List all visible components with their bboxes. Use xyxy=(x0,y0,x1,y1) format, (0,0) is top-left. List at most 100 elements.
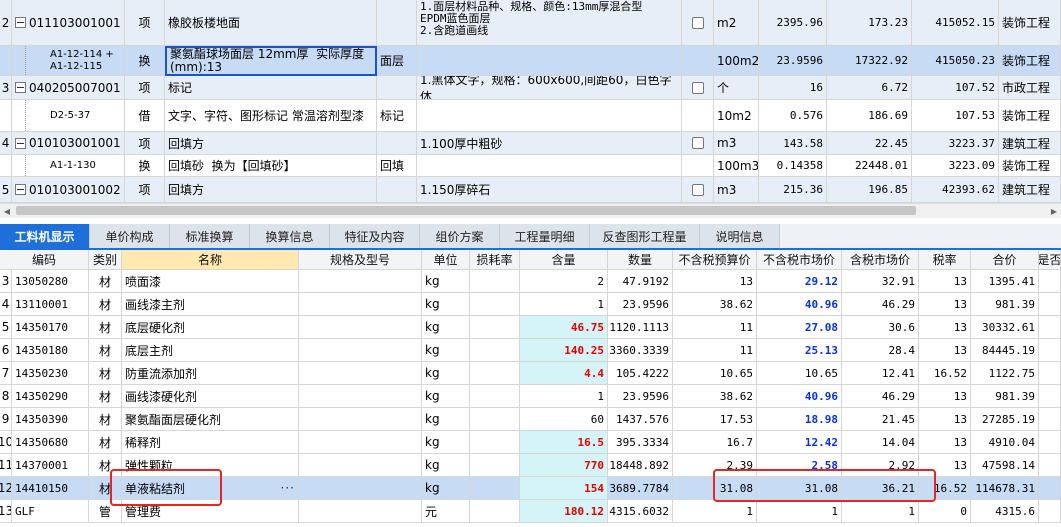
cell-content[interactable]: 16.5 xyxy=(520,431,608,454)
quota-row[interactable]: D2-5-37 借文字、字符、图形标记 常温溶剂型漆 标记 10m2 0.576 186.… xyxy=(0,100,1061,132)
header-9[interactable]: 不含税市场价 xyxy=(757,250,842,270)
scrollbar-thumb[interactable] xyxy=(16,206,916,215)
collapse-icon[interactable] xyxy=(15,82,26,93)
material-row[interactable]: 9 14350390 材聚氨酯面层硬化剂 kg 60 1437.576 17.53 18.98… xyxy=(0,408,1061,431)
cell-name[interactable]: 管理费 xyxy=(122,500,299,523)
item-row[interactable]: 3 040205007001 项标记 1.黑体文字，规格：600x600,间距60，白… xyxy=(0,76,1061,100)
cell-rate: 16.52 xyxy=(919,477,971,500)
collapse-icon[interactable] xyxy=(15,184,26,195)
material-row[interactable]: 10 14350680 材稀释剂 kg 16.5 395.3334 16.7 12.42 14.… xyxy=(0,431,1061,454)
cell-check[interactable] xyxy=(682,76,714,100)
cell-check[interactable] xyxy=(682,46,714,76)
tab-1[interactable]: 单价构成 xyxy=(90,224,170,248)
cell-check[interactable] xyxy=(682,155,714,177)
row-checkbox[interactable] xyxy=(691,137,704,149)
cell-name[interactable]: 防重流添加剂 xyxy=(122,362,299,385)
tab-8[interactable]: 说明信息 xyxy=(700,224,780,248)
cell-content[interactable]: 1 xyxy=(520,385,608,408)
cell-mkt[interactable]: 2.58 xyxy=(757,454,842,477)
cell-name[interactable]: 底层硬化剂 xyxy=(122,316,299,339)
cell-mkt[interactable]: 18.98 xyxy=(757,408,842,431)
cell-name[interactable]: 画线漆主剂 xyxy=(122,293,299,316)
item-row[interactable]: 2 011103001001 项橡胶板楼地面 1.面层材料品种、规格、颜色:13mm厚… xyxy=(0,0,1061,46)
cell-unit: kg xyxy=(422,408,470,431)
material-row[interactable]: 5 14350170 材底层硬化剂 kg 46.75 1120.1113 11 27.08 30… xyxy=(0,316,1061,339)
material-row[interactable]: 6 14350180 材底层主剂 kg 140.25 3360.3339 11 25.13 28… xyxy=(0,339,1061,362)
cell-content[interactable]: 4.4 xyxy=(520,362,608,385)
header-13[interactable]: 是否 xyxy=(1039,250,1061,270)
cell-name[interactable]: 聚氨酯面层硬化剂 xyxy=(122,408,299,431)
cell-mkt[interactable]: 27.08 xyxy=(757,316,842,339)
cell-mkt[interactable]: 10.65 xyxy=(757,362,842,385)
tab-0[interactable]: 工料机显示 xyxy=(0,224,90,248)
cell-mkt[interactable]: 1 xyxy=(757,500,842,523)
material-row[interactable]: 13 GLF 管管理费 元 180.12 4315.6032 1 1 1 0 4315.6 xyxy=(0,500,1061,523)
tab-2[interactable]: 标准换算 xyxy=(170,224,250,248)
cell-name[interactable]: 单液粘结剂 ··· xyxy=(122,477,299,500)
cell-content[interactable]: 1 xyxy=(520,293,608,316)
cell-name[interactable]: 底层主剂 xyxy=(122,339,299,362)
row-checkbox[interactable] xyxy=(691,16,704,29)
cell-spec xyxy=(299,339,422,362)
row-checkbox[interactable] xyxy=(691,81,704,94)
header-6[interactable]: 含量 xyxy=(520,250,608,270)
material-row[interactable]: 8 14350290 材画线漆硬化剂 kg 1 23.9596 38.62 40.96 46.2… xyxy=(0,385,1061,408)
item-row[interactable]: 4 010103001001 项回填方 1.100厚中粗砂 m3 143.58 22.45 3… xyxy=(0,132,1061,155)
collapse-icon[interactable] xyxy=(15,137,26,149)
material-row[interactable]: 11 14370001 材弹性颗粒 kg 770 18448.892 2.39 2.58 2.9… xyxy=(0,454,1061,477)
cell-name[interactable]: 画线漆硬化剂 xyxy=(122,385,299,408)
header-4[interactable]: 单位 xyxy=(422,250,470,270)
cell-content[interactable]: 140.25 xyxy=(520,339,608,362)
material-row[interactable]: 4 13110001 材画线漆主剂 kg 1 23.9596 38.62 40.96 46.29… xyxy=(0,293,1061,316)
value-total: 4910.04 xyxy=(988,435,1035,449)
scroll-right-icon[interactable]: ▶ xyxy=(1047,204,1061,218)
header-10[interactable]: 含税市场价 xyxy=(842,250,919,270)
cell-mkt[interactable]: 40.96 xyxy=(757,385,842,408)
material-row[interactable]: 3 13050280 材喷面漆 kg 2 47.9192 13 29.12 32.91 13 139… xyxy=(0,270,1061,293)
header-3[interactable]: 规格及型号 xyxy=(299,250,422,270)
cell-name[interactable]: 稀释剂 xyxy=(122,431,299,454)
cell-mkt[interactable]: 40.96 xyxy=(757,293,842,316)
value-unit: kg xyxy=(425,435,440,449)
more-options-icon[interactable]: ··· xyxy=(281,481,295,495)
horizontal-scrollbar[interactable]: ◀ ▶ xyxy=(0,203,1061,218)
header-2[interactable]: 名称 xyxy=(122,250,299,270)
cell-content[interactable]: 770 xyxy=(520,454,608,477)
cell-content[interactable]: 2 xyxy=(520,270,608,293)
cell-check[interactable] xyxy=(682,100,714,132)
quota-row[interactable]: A1-1-130 换回填砂 换为【回填砂】 回填 100m3 0.14358 22448.… xyxy=(0,155,1061,177)
item-row[interactable]: 5 010103001002 项回填方 1.150厚碎石 m3 215.36 196.85 4… xyxy=(0,177,1061,203)
header-0[interactable]: 编码 xyxy=(0,250,89,270)
material-row[interactable]: 7 14350230 材防重流添加剂 kg 4.4 105.4222 10.65 10.65 1… xyxy=(0,362,1061,385)
quota-row[interactable]: A1-12-114 + A1-12-115 换聚氨酯球场面层 12mm厚 实际厚度… xyxy=(0,46,1061,76)
tab-5[interactable]: 组价方案 xyxy=(420,224,500,248)
scroll-left-icon[interactable]: ◀ xyxy=(0,204,14,218)
tab-4[interactable]: 特征及内容 xyxy=(330,224,420,248)
tab-7[interactable]: 反查图形工程量 xyxy=(590,224,700,248)
cell-content[interactable]: 180.12 xyxy=(520,500,608,523)
cell-check[interactable] xyxy=(682,0,714,46)
material-row[interactable]: 12 14410150 材单液粘结剂 ··· kg 154 3689.7784 31.08 31… xyxy=(0,477,1061,500)
cell-name[interactable]: 喷面漆 xyxy=(122,270,299,293)
tab-3[interactable]: 换算信息 xyxy=(250,224,330,248)
header-8[interactable]: 不含税预算价 xyxy=(673,250,757,270)
cell-mkt[interactable]: 12.42 xyxy=(757,431,842,454)
header-12[interactable]: 合价 xyxy=(971,250,1039,270)
header-7[interactable]: 数量 xyxy=(608,250,673,270)
cell-name[interactable]: 弹性颗粒 xyxy=(122,454,299,477)
cell-content[interactable]: 46.75 xyxy=(520,316,608,339)
cell-check[interactable] xyxy=(682,177,714,203)
collapse-icon[interactable] xyxy=(15,17,26,28)
header-5[interactable]: 损耗率 xyxy=(470,250,520,270)
header-1[interactable]: 类别 xyxy=(89,250,122,270)
cell-content[interactable]: 60 xyxy=(520,408,608,431)
value-name: 单液粘结剂 xyxy=(125,481,186,496)
tab-6[interactable]: 工程量明细 xyxy=(500,224,590,248)
cell-mkt[interactable]: 31.08 xyxy=(757,477,842,500)
cell-content[interactable]: 154 xyxy=(520,477,608,500)
cell-check[interactable] xyxy=(682,132,714,155)
cell-mkt[interactable]: 29.12 xyxy=(757,270,842,293)
row-checkbox[interactable] xyxy=(691,183,704,196)
header-11[interactable]: 税率 xyxy=(919,250,971,270)
cell-mkt[interactable]: 25.13 xyxy=(757,339,842,362)
